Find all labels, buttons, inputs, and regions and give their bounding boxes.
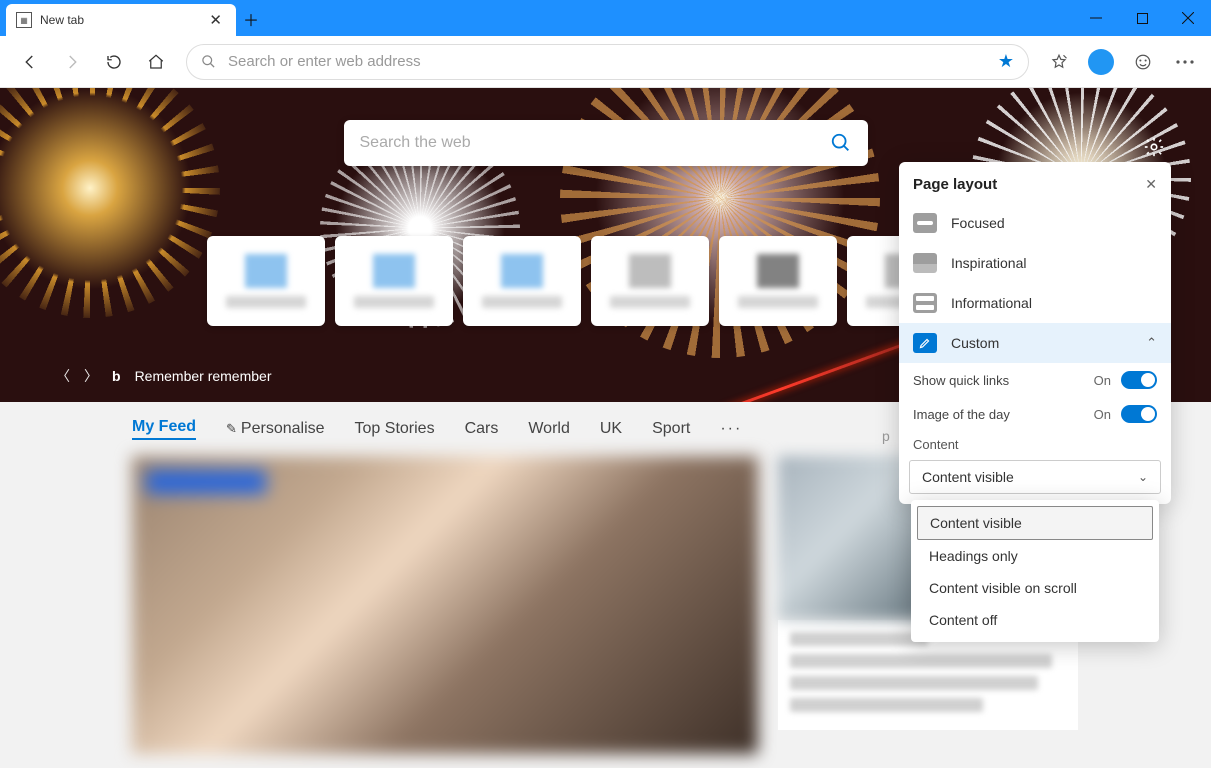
window-titlebar: ▦ New tab ✕ ＋	[0, 0, 1211, 36]
close-tab-icon[interactable]: ✕	[205, 11, 226, 29]
close-window-button[interactable]	[1165, 0, 1211, 36]
powered-by-label: p	[882, 428, 890, 444]
quick-link-tile[interactable]	[207, 236, 325, 326]
pencil-icon: ✎	[226, 421, 237, 436]
content-section-label: Content	[899, 431, 1171, 456]
dropdown-option-scroll[interactable]: Content visible on scroll	[917, 572, 1153, 604]
forward-button[interactable]	[52, 42, 92, 82]
close-panel-icon[interactable]: ✕	[1145, 176, 1157, 193]
new-tab-button[interactable]: ＋	[236, 4, 266, 34]
bing-icon: b	[112, 368, 121, 384]
search-icon	[201, 54, 216, 69]
prev-image-icon[interactable]: 〈	[56, 366, 70, 386]
menu-button[interactable]	[1165, 42, 1205, 82]
content-dropdown-list: Content visible Headings only Content vi…	[911, 500, 1159, 642]
dropdown-option-off[interactable]: Content off	[917, 604, 1153, 636]
tab-top-stories[interactable]: Top Stories	[355, 420, 435, 438]
image-caption-bar: 〈 〉 b Remember remember	[56, 366, 272, 386]
page-layout-panel: Page layout ✕ Focused Inspirational Info…	[899, 162, 1171, 504]
web-search-box[interactable]	[344, 120, 868, 166]
tab-my-feed[interactable]: My Feed	[132, 418, 196, 440]
tab-sport[interactable]: Sport	[652, 420, 690, 438]
window-controls	[1073, 0, 1211, 36]
browser-toolbar: ★	[0, 36, 1211, 88]
content-dropdown[interactable]: Content visible ⌄	[909, 460, 1161, 494]
tab-uk[interactable]: UK	[600, 420, 622, 438]
tab-cars[interactable]: Cars	[465, 420, 499, 438]
minimize-button[interactable]	[1073, 0, 1119, 36]
image-caption: Remember remember	[135, 368, 272, 384]
toggle-image-of-day[interactable]: Image of the day On	[899, 397, 1171, 431]
tab-personalise[interactable]: ✎Personalise	[226, 420, 325, 438]
toggle-switch[interactable]	[1121, 405, 1157, 423]
refresh-button[interactable]	[94, 42, 134, 82]
custom-icon	[913, 333, 937, 353]
layout-option-inspirational[interactable]: Inspirational	[899, 243, 1171, 283]
browser-tab[interactable]: ▦ New tab ✕	[6, 4, 236, 36]
profile-button[interactable]	[1081, 42, 1121, 82]
address-bar[interactable]: ★	[186, 44, 1029, 80]
favorite-star-icon[interactable]: ★	[998, 51, 1014, 72]
address-input[interactable]	[228, 53, 998, 70]
quick-links	[207, 236, 1005, 326]
layout-option-focused[interactable]: Focused	[899, 203, 1171, 243]
toggle-switch[interactable]	[1121, 371, 1157, 389]
back-button[interactable]	[10, 42, 50, 82]
quick-link-tile[interactable]	[463, 236, 581, 326]
more-tabs-button[interactable]: ···	[720, 420, 742, 438]
tab-world[interactable]: World	[528, 420, 570, 438]
quick-link-tile[interactable]	[591, 236, 709, 326]
dropdown-option-headings[interactable]: Headings only	[917, 540, 1153, 572]
tab-favicon: ▦	[16, 12, 32, 28]
page-settings-button[interactable]	[1143, 136, 1165, 158]
chevron-down-icon: ⌄	[1138, 470, 1148, 484]
layout-option-custom[interactable]: Custom ⌃	[899, 323, 1171, 363]
feed-card-main[interactable]	[132, 456, 758, 754]
maximize-button[interactable]	[1119, 0, 1165, 36]
favorites-button[interactable]	[1039, 42, 1079, 82]
tab-title: New tab	[40, 13, 84, 27]
feedback-button[interactable]	[1123, 42, 1163, 82]
background-firework	[0, 88, 220, 318]
search-icon[interactable]	[830, 132, 852, 154]
quick-link-tile[interactable]	[719, 236, 837, 326]
web-search-input[interactable]	[360, 134, 830, 152]
quick-link-tile[interactable]	[335, 236, 453, 326]
dropdown-option-visible[interactable]: Content visible	[917, 506, 1153, 540]
toggle-quick-links[interactable]: Show quick links On	[899, 363, 1171, 397]
layout-option-informational[interactable]: Informational	[899, 283, 1171, 323]
inspirational-icon	[913, 253, 937, 273]
home-button[interactable]	[136, 42, 176, 82]
chevron-up-icon: ⌃	[1146, 335, 1157, 351]
focused-icon	[913, 213, 937, 233]
panel-title: Page layout	[913, 176, 997, 193]
next-image-icon[interactable]: 〉	[84, 366, 98, 386]
informational-icon	[913, 293, 937, 313]
